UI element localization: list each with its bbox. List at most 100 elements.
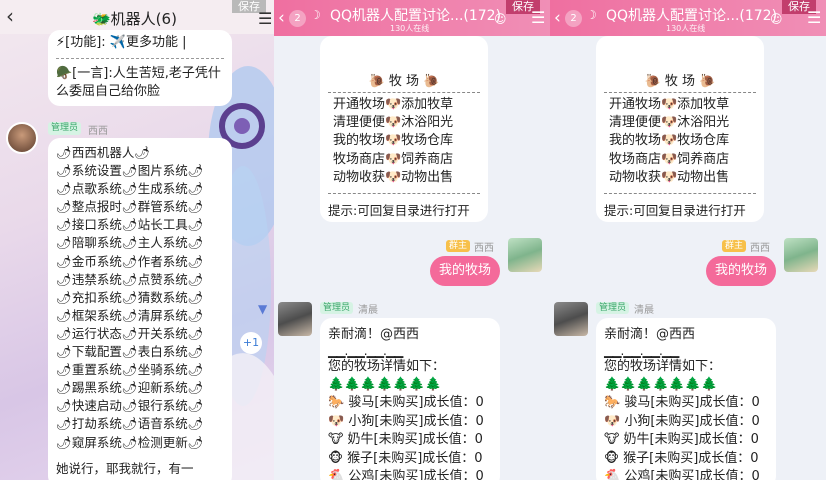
- farm-row: 我的牧场🐶牧场仓库: [609, 133, 730, 149]
- chat-header: ‹ 2 ☽ QQ机器人配置讨论...(172) 130人在线 ☺ 保存 ☰: [274, 0, 550, 36]
- detail-intro: 您的牧场详情如下：: [328, 359, 446, 374]
- owner-badge: 群主: [722, 240, 747, 252]
- back-icon[interactable]: ‹: [554, 8, 561, 28]
- online-count: 130人在线: [390, 24, 430, 33]
- menu-row: 🌶陪聊系统🌶主人系统🌶: [56, 235, 204, 251]
- menu-row: 🌶违禁系统🌶点赞系统🌶: [56, 271, 204, 287]
- unread-count-badge[interactable]: 2: [289, 10, 306, 27]
- farm-row: 清理便便🐶沐浴阳光: [333, 115, 454, 131]
- farm-hint: 提示:可回复目录进行打开: [604, 193, 756, 219]
- farm-row: 动物收获🐶动物出售: [333, 169, 454, 185]
- divider: [328, 92, 480, 93]
- moon-icon: ☽: [586, 8, 597, 22]
- farm-hint: 提示:可回复目录进行打开: [328, 193, 480, 219]
- menu-row: 🌶打劫系统🌶语音系统🌶: [56, 416, 204, 432]
- chat-title: 🐲机器人(6): [92, 10, 177, 28]
- online-count: 130人在线: [666, 24, 706, 33]
- person-icon[interactable]: ☺: [770, 12, 783, 26]
- menu-row: 🌶窥屏系统🌶检测更新🌶: [56, 434, 204, 450]
- menu-icon[interactable]: ☰: [807, 8, 821, 27]
- message-bubble-farm-detail: 亲耐滴！@西西 ▁▁.▁▁.▁▁.▁▁ 您的牧场详情如下： 🌲🌲🌲🌲🌲🌲🌲 🐎 …: [596, 318, 776, 480]
- farm-row: 开通牧场🐶添加牧草: [609, 97, 730, 112]
- my-message-bubble: 我的牧场: [706, 256, 776, 286]
- divider: [56, 58, 224, 59]
- animal-row: 🐎 骏马[未购买]成长值：0: [604, 395, 760, 410]
- animal-row: 🐶 小狗[未购买]成长值：0: [604, 413, 760, 429]
- menu-row: 🌶快速启动🌶银行系统🌶: [56, 398, 204, 414]
- underline-decor: ▁▁.▁▁.▁▁.▁▁: [604, 344, 679, 358]
- avatar[interactable]: [278, 302, 312, 336]
- owner-badge: 群主: [446, 240, 471, 252]
- menu-row: 🌶下载配置🌶表白系统🌶: [56, 344, 204, 360]
- admin-badge: 管理员: [320, 302, 354, 314]
- animal-row: 🐎 骏马[未购买]成长值：0: [328, 395, 484, 410]
- avatar[interactable]: [554, 302, 588, 336]
- message-bubble-farm-detail: 亲耐滴！@西西 ▁▁.▁▁.▁▁.▁▁ 您的牧场详情如下： 🌲🌲🌲🌲🌲🌲🌲 🐎 …: [320, 318, 500, 480]
- menu-icon[interactable]: ☰: [258, 9, 272, 28]
- menu-row: 🌶整点报时🌶群管系统🌶: [56, 199, 204, 215]
- scroll-down-icon[interactable]: ▼: [258, 302, 267, 316]
- farm-options: 开通牧场🐶添加牧草 清理便便🐶沐浴阳光 我的牧场🐶牧场仓库 牧场商店🐶饲养商店 …: [328, 96, 480, 187]
- message-bubble-farm-menu: 🐌 牧 场 🐌 开通牧场🐶添加牧草 清理便便🐶沐浴阳光 我的牧场🐶牧场仓库 牧场…: [320, 36, 488, 222]
- message-bubble-menu: 🌶西西机器人🌶 🌶系统设置🌶图片系统🌶 🌶点歌系统🌶生成系统🌶 🌶整点报时🌶群管…: [48, 138, 232, 480]
- greeting: 亲耐滴！@西西: [604, 327, 696, 342]
- menu-row: 🌶踢黑系统🌶迎新系统🌶: [56, 380, 204, 396]
- menu-icon[interactable]: ☰: [531, 8, 545, 27]
- back-icon[interactable]: ‹: [6, 4, 14, 28]
- farm-row: 动物收获🐶动物出售: [609, 169, 730, 185]
- unread-count-badge[interactable]: 2: [565, 10, 582, 27]
- sender-name: 清晨: [634, 305, 654, 316]
- chat-header: ‹ 2 ☽ QQ机器人配置讨论...(172) 130人在线 ☺ 保存 ☰: [550, 0, 826, 36]
- chat-panel-right: ‹ 2 ☽ QQ机器人配置讨论...(172) 130人在线 ☺ 保存 ☰ 🐌 …: [550, 0, 826, 480]
- my-message-bubble: 我的牧场: [430, 256, 500, 286]
- features-line: ⚡[功能]: ✈️更多功能 |: [56, 35, 187, 50]
- message-bubble-farm-menu: 🐌 牧 场 🐌 开通牧场🐶添加牧草 清理便便🐶沐浴阳光 我的牧场🐶牧场仓库 牧场…: [596, 36, 764, 222]
- chat-title: QQ机器人配置讨论...(172): [606, 8, 778, 24]
- menu-row: 🌶点歌系统🌶生成系统🌶: [56, 181, 204, 197]
- plus-one-badge[interactable]: +1: [240, 332, 262, 354]
- animal-row: 🐮 奶牛[未购买]成长值：0: [328, 432, 483, 447]
- person-icon[interactable]: ☺: [494, 12, 507, 26]
- farm-row: 清理便便🐶沐浴阳光: [609, 115, 730, 131]
- farm-heading: 🐌 牧 场 🐌: [368, 74, 440, 89]
- admin-badge: 管理员: [48, 122, 82, 135]
- menu-tail: 她说行，耶我就行，有一: [56, 460, 194, 476]
- menu-row: 🌶接口系统🌶站长工具🌶: [56, 217, 204, 233]
- avatar[interactable]: [6, 122, 38, 154]
- avatar[interactable]: [508, 238, 542, 272]
- admin-badge: 管理员: [596, 302, 630, 314]
- detail-intro: 您的牧场详情如下：: [604, 359, 722, 374]
- animal-row: 🐶 小狗[未购买]成长值：0: [328, 413, 484, 429]
- farm-row: 牧场商店🐶饲养商店: [333, 151, 454, 167]
- divider: [604, 92, 756, 93]
- moon-icon: ☽: [310, 8, 321, 22]
- sender-name: 西西: [88, 126, 108, 137]
- tree-row: 🌲🌲🌲🌲🌲🌲🌲: [328, 377, 442, 392]
- farm-row: 牧场商店🐶饲养商店: [609, 151, 730, 167]
- menu-title: 🌶西西机器人🌶: [56, 145, 151, 160]
- greeting: 亲耐滴！@西西: [328, 327, 420, 342]
- message-bubble-features: ⚡[功能]: ✈️更多功能 | 🪖[一言]:人生苦短,老子凭什么委屈自己给你脸: [48, 30, 232, 106]
- underline-decor: ▁▁.▁▁.▁▁.▁▁: [328, 344, 403, 358]
- menu-row: 🌶系统设置🌶图片系统🌶: [56, 163, 204, 179]
- farm-row: 我的牧场🐶牧场仓库: [333, 133, 454, 149]
- chat-title: QQ机器人配置讨论...(172): [330, 8, 502, 24]
- animal-row: 🐔 公鸡[未购买]成长值：0: [328, 469, 484, 480]
- back-icon[interactable]: ‹: [278, 8, 285, 28]
- quote-line: 🪖[一言]:人生苦短,老子凭什么委屈自己给你脸: [56, 66, 221, 99]
- farm-heading: 🐌 牧 场 🐌: [644, 74, 716, 89]
- farm-options: 开通牧场🐶添加牧草 清理便便🐶沐浴阳光 我的牧场🐶牧场仓库 牧场商店🐶饲养商店 …: [604, 96, 756, 187]
- chat-panel-left: ‹ 🐲机器人(6) 保存 ☰ ⚡[功能]: ✈️更多功能 | 🪖[一言]:人生苦…: [0, 0, 274, 480]
- menu-row: 🌶运行状态🌶开关系统🌶: [56, 325, 204, 341]
- chat-panel-middle: ‹ 2 ☽ QQ机器人配置讨论...(172) 130人在线 ☺ 保存 ☰ 🐌 …: [274, 0, 550, 480]
- menu-row: 🌶充扣系统🌶猜数系统🌶: [56, 289, 204, 305]
- sender-name: 西西: [750, 243, 770, 254]
- animal-row: 🐵 猴子[未购买]成长值：0: [604, 450, 759, 466]
- tree-row: 🌲🌲🌲🌲🌲🌲🌲: [604, 377, 718, 392]
- sender-name: 清晨: [358, 305, 378, 316]
- menu-row: 🌶重置系统🌶坐骑系统🌶: [56, 362, 204, 378]
- avatar[interactable]: [784, 238, 818, 272]
- farm-row: 开通牧场🐶添加牧草: [333, 97, 454, 112]
- menu-row: 🌶金币系统🌶作者系统🌶: [56, 253, 204, 269]
- animal-row: 🐵 猴子[未购买]成长值：0: [328, 450, 483, 466]
